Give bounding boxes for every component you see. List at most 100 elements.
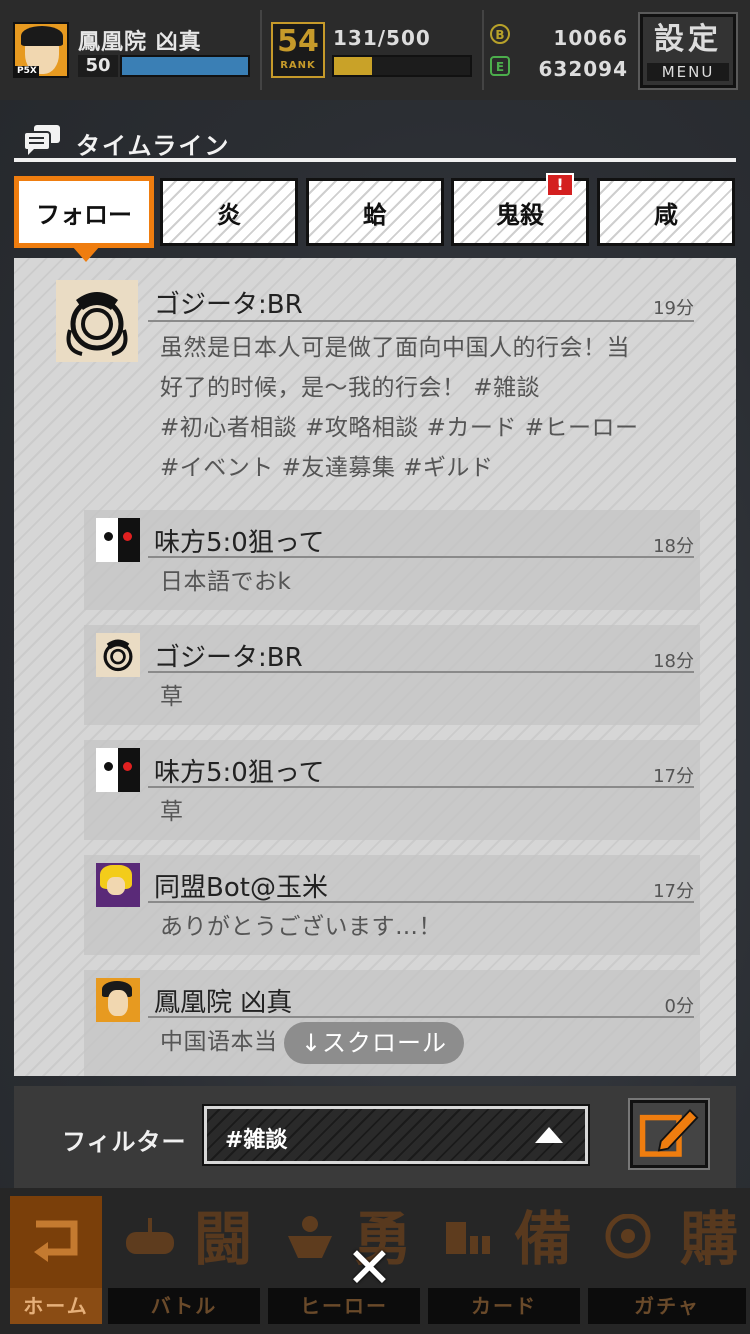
filter-label: フィルター [62,1128,187,1156]
bear-avatar[interactable] [96,748,140,792]
currency-e-value: 632094 [538,57,628,81]
tab-label: 鬼殺 [496,200,544,229]
tab-follow[interactable]: フォロー [14,176,154,248]
blonde-character-avatar[interactable] [96,863,140,907]
compose-post-button[interactable] [628,1098,710,1170]
filter-dropdown[interactable]: #雑談 [202,1104,590,1166]
post-divider [148,1016,694,1018]
alert-badge: ! [546,173,574,197]
post-author[interactable]: ゴジータ:BR [154,284,303,321]
bear-avatar[interactable] [96,518,140,562]
xp-bar-fill [122,57,248,75]
post-body-line: 好了的时候，是〜我的行会！ #雑談 [160,375,541,401]
post-body: 日本語でおk [160,569,292,595]
post-author[interactable]: 味方5:0狙って [154,522,325,559]
post-divider [148,901,694,903]
post-author[interactable]: 同盟Bot@玉米 [154,867,328,904]
post-time: 0分 [664,996,694,1017]
stamina-value: 131/500 [333,26,431,50]
stamina-bar-fill [334,57,373,75]
status-bar: P5X 鳳凰院 凶真 50 54 RANK 131/500 B 10066 E … [0,0,750,100]
currency-b-value: 10066 [553,26,628,50]
post-divider [148,320,694,322]
channel-tabs: フォロー 炎 蛤 鬼殺 ! 咸 [14,173,736,262]
tab-kan[interactable]: 咸 [597,178,735,246]
player-avatar-tag: P5X [15,66,39,76]
close-icon[interactable]: ✕ [346,1236,393,1301]
dragon-emblem-avatar[interactable] [56,280,138,362]
post-author[interactable]: 味方5:0狙って [154,752,325,789]
stamina-bar [332,55,472,77]
home-return-icon [34,1220,78,1262]
coin-e-icon: E [490,56,510,76]
nav-gacha[interactable]: 購 ガチャ [588,1192,746,1330]
chat-bubbles-icon [23,125,60,155]
tab-hamaguri[interactable]: 蛤 [306,178,444,246]
gamepad-icon [126,1218,174,1254]
post-time: 18分 [653,536,694,557]
filter-value: #雑談 [225,1128,288,1153]
nav-kanji: 闘 [193,1205,252,1273]
nav-label: カード [428,1288,580,1324]
tab-label: 炎 [217,200,241,229]
nav-label: バトル [108,1288,260,1324]
tab-label: フォロー [36,200,132,229]
post-divider [148,556,694,558]
nav-kanji: 購 [679,1205,738,1273]
nav-label: ガチャ [588,1288,746,1324]
post-author[interactable]: 鳳凰院 凶真 [154,982,292,1019]
nav-kanji: 備 [513,1205,572,1273]
compose-pencil-icon [639,1108,699,1157]
active-tab-pointer [72,246,100,262]
tab-label: 蛤 [363,200,387,229]
dragon-emblem-icon [103,639,133,672]
nav-card[interactable]: 備 カード [428,1192,580,1330]
rank-number: 54 [277,24,319,59]
post-time: 17分 [653,881,694,902]
menu-label: MENU [647,63,729,81]
divider [260,10,262,90]
post-time: 17分 [653,766,694,787]
tab-label: 咸 [654,200,678,229]
post-divider [148,786,694,788]
post-body-line: #イベント #友達募集 #ギルド [160,455,494,481]
tab-honoo[interactable]: 炎 [160,178,298,246]
dragon-emblem-icon [66,292,128,356]
divider [482,10,484,90]
nav-hero[interactable]: 勇 ヒーロー [268,1192,420,1330]
rank-badge: 54 RANK [271,22,325,78]
post-body: 草 [160,799,184,825]
timeline-header: タイムライン [14,120,736,162]
menu-button[interactable]: 設定 MENU [638,12,738,90]
timeline-post: ゴジータ:BR 18分 草 [14,625,736,725]
post-author[interactable]: ゴジータ:BR [154,637,303,674]
xp-bar [120,55,250,77]
post-body-line: #初心者相談 #攻略相談 #カード #ヒーロー [160,415,639,441]
tab-kisatsu[interactable]: 鬼殺 ! [451,173,589,246]
hero-character-avatar[interactable] [96,978,140,1022]
post-body-line: 虽然是日本人可是做了面向中国人的行会！当 [160,335,630,361]
caret-up-icon [535,1127,563,1143]
rank-label: RANK [280,60,316,71]
player-name: 鳳凰院 凶真 [78,30,202,55]
dragon-emblem-avatar[interactable] [96,633,140,677]
menu-kanji: 設定 [654,22,722,57]
timeline-post: 味方5:0狙って 18分 日本語でおk [14,510,736,610]
nav-battle[interactable]: 闘 バトル [108,1192,260,1330]
post-divider [148,671,694,673]
player-avatar[interactable]: P5X [13,22,69,78]
nav-label: ヒーロー [268,1288,420,1324]
post-time: 18分 [653,651,694,672]
post-body: ありがとうございます…！ [160,914,442,940]
nav-label: ホーム [10,1288,102,1324]
timeline-feed[interactable]: ゴジータ:BR 19分 虽然是日本人可是做了面向中国人的行会！当 好了的时候，是… [14,258,736,1076]
post-body: 草 [160,684,184,710]
coin-b-icon: B [490,24,510,44]
post-time: 19分 [653,298,694,319]
hero-icon [288,1216,332,1258]
timeline-post: 同盟Bot@玉米 17分 ありがとうございます…！ [14,855,736,955]
scroll-hint-button[interactable]: ↓スクロール [284,1022,464,1064]
post-body: 虽然是日本人可是做了面向中国人的行会！当 好了的时候，是〜我的行会！ #雑談 #… [160,328,720,488]
timeline-title: タイムライン [76,132,231,160]
cards-icon [446,1222,490,1254]
